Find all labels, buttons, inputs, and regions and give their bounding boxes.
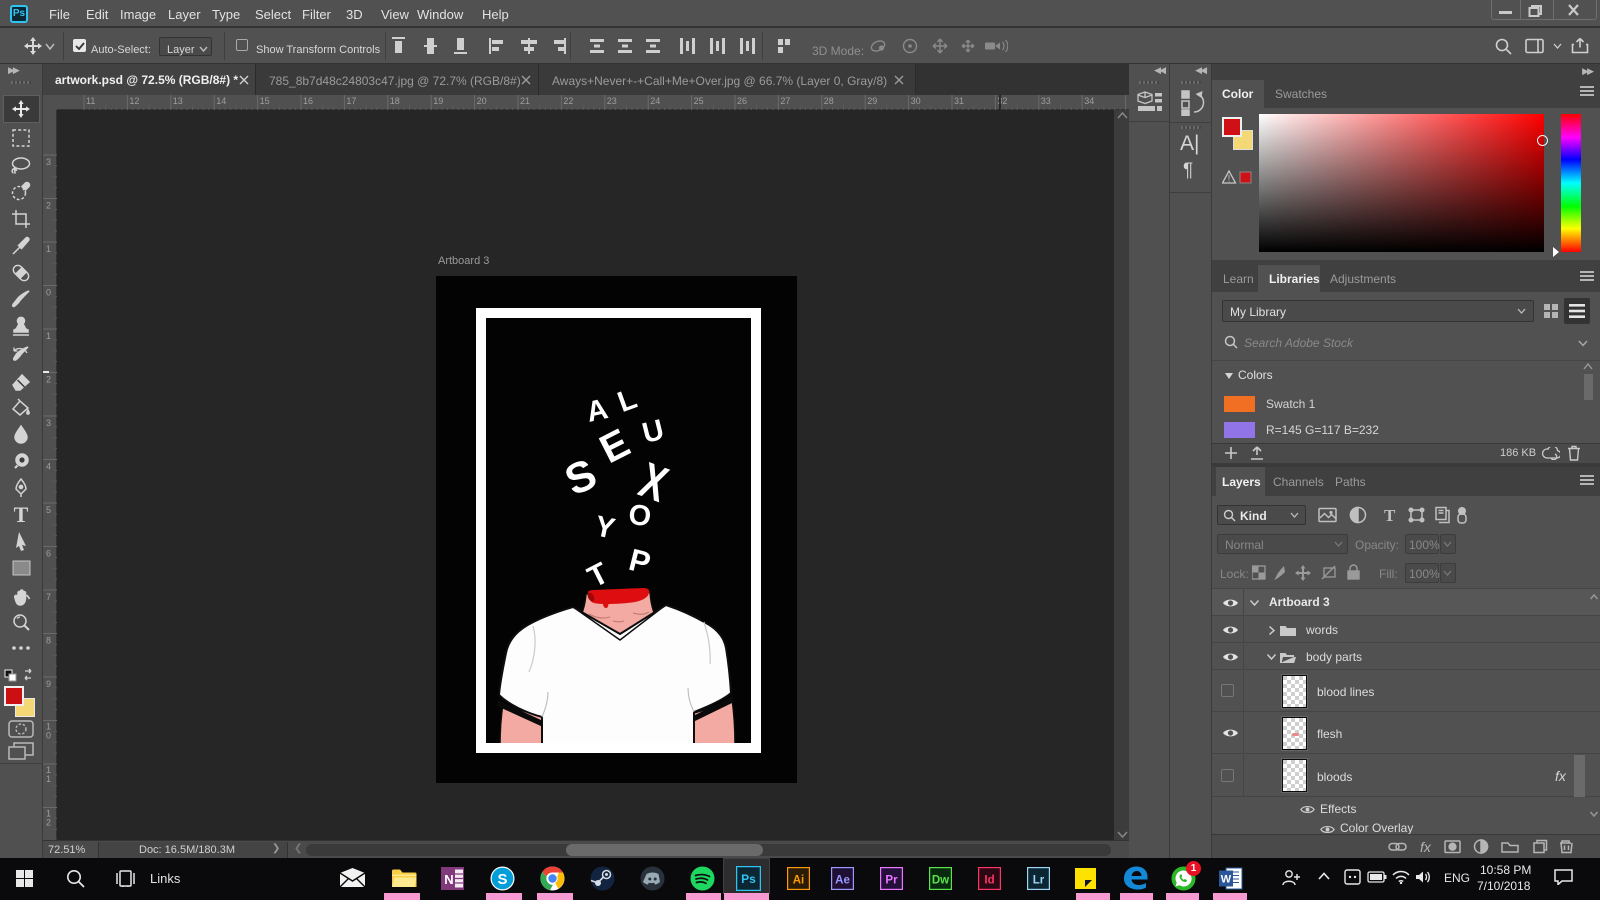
svg-text:30: 30 [911,96,921,106]
svg-text:S: S [497,871,507,888]
svg-text:29: 29 [867,96,877,106]
svg-text:5: 5 [46,505,51,515]
svg-text:Dw: Dw [932,875,949,887]
svg-text:!: ! [1228,174,1231,184]
svg-text:1: 1 [46,331,51,341]
svg-text:16: 16 [303,96,313,106]
svg-text:33: 33 [1041,96,1051,106]
svg-text:14: 14 [216,96,226,106]
svg-text:2: 2 [46,818,51,828]
svg-text:6: 6 [46,549,51,559]
svg-text:2: 2 [46,201,51,211]
svg-text:22: 22 [563,96,573,106]
svg-text:15: 15 [260,96,270,106]
svg-text:20: 20 [477,96,487,106]
svg-text:8: 8 [46,636,51,646]
svg-text:1: 1 [46,774,51,784]
svg-text:18: 18 [390,96,400,106]
svg-text:7: 7 [46,592,51,602]
svg-text:13: 13 [173,96,183,106]
svg-text:T: T [1384,506,1396,524]
svg-text:O: O [628,499,653,532]
svg-text:Ae: Ae [835,875,850,887]
svg-text:32: 32 [997,96,1007,106]
svg-text:Lr: Lr [1033,875,1045,887]
svg-text:Ai: Ai [793,875,805,887]
svg-text:Pr: Pr [885,875,898,887]
svg-text:34: 34 [1084,96,1094,106]
svg-text:21: 21 [520,96,530,106]
svg-text:N: N [444,872,453,887]
svg-text:1: 1 [46,244,51,254]
svg-text:0: 0 [46,731,51,741]
svg-text:12: 12 [129,96,139,106]
svg-text:T: T [14,502,29,527]
svg-text:3: 3 [46,157,51,167]
svg-text:17: 17 [346,96,356,106]
svg-text:3: 3 [46,418,51,428]
svg-text:11: 11 [86,96,95,106]
svg-text:27: 27 [780,96,790,106]
svg-text:24: 24 [650,96,660,106]
svg-text:Ps: Ps [741,872,756,886]
svg-text:0: 0 [46,288,51,298]
svg-text:19: 19 [433,96,443,106]
svg-text:Id: Id [984,875,994,887]
svg-text:9: 9 [46,679,51,689]
svg-text:W: W [1221,874,1232,886]
svg-text:4: 4 [46,462,51,472]
svg-text:fx: fx [1420,839,1432,854]
svg-text:2: 2 [46,375,51,385]
svg-text:25: 25 [694,96,704,106]
svg-text:23: 23 [607,96,617,106]
svg-text:31: 31 [954,96,964,106]
svg-text:26: 26 [737,96,747,106]
svg-text:28: 28 [824,96,834,106]
